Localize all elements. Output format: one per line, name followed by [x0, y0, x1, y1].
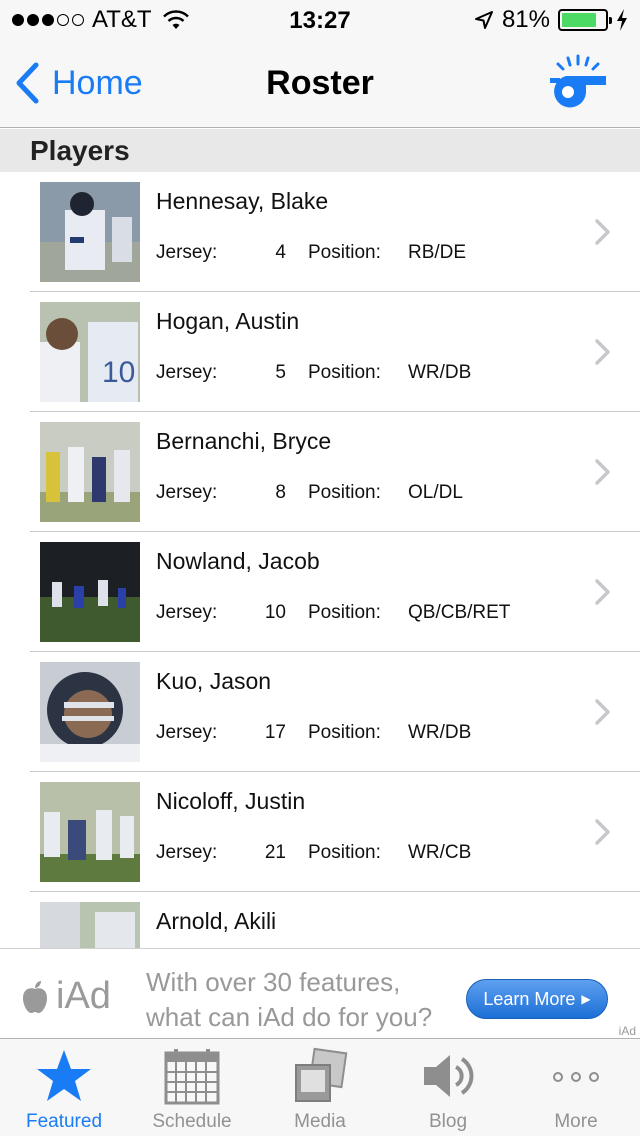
chevron-right-icon — [595, 339, 610, 365]
list-item[interactable]: 10 Hogan, Austin Jersey: 5 Position: WR/… — [0, 292, 640, 412]
jersey-label: Jersey: — [156, 362, 218, 383]
chevron-right-icon — [595, 219, 610, 245]
player-name: Bernanchi, Bryce — [156, 428, 332, 454]
player-name: Nowland, Jacob — [156, 548, 320, 574]
play-arrow-icon: ▶ — [581, 992, 591, 1006]
location-arrow-icon — [474, 11, 493, 29]
player-photo — [40, 542, 140, 642]
jersey-label: Jersey: — [156, 482, 218, 503]
tab-label: Schedule — [152, 1111, 232, 1132]
player-photo — [40, 782, 140, 882]
star-icon — [37, 1050, 91, 1101]
list-item[interactable]: Hennesay, Blake Jersey: 4 Position: RB/D… — [0, 172, 640, 292]
list-item[interactable]: Nicoloff, Justin Jersey: 21 Position: WR… — [0, 772, 640, 892]
jersey-number: 5 — [275, 362, 286, 383]
svg-text:10: 10 — [102, 356, 135, 389]
section-title: Players — [30, 135, 130, 166]
position-value: WR/DB — [408, 722, 472, 743]
tab-label: More — [554, 1111, 598, 1132]
apple-logo-icon — [23, 980, 47, 1013]
player-photo — [40, 902, 140, 948]
chevron-right-icon — [595, 699, 610, 725]
list-item[interactable]: Bernanchi, Bryce Jersey: 8 Position: OL/… — [0, 412, 640, 532]
tab-label: Blog — [428, 1111, 468, 1132]
list-item[interactable]: Nowland, Jacob Jersey: 10 Position: QB/C… — [0, 532, 640, 652]
more-icon — [553, 1072, 599, 1082]
player-name: Kuo, Jason — [156, 668, 272, 694]
speaker-icon — [424, 1055, 474, 1097]
calendar-icon — [164, 1049, 220, 1105]
tab-schedule[interactable]: Schedule — [128, 1039, 256, 1136]
jersey-number: 10 — [264, 602, 286, 623]
back-button-label: Home — [52, 63, 143, 102]
learn-more-label: Learn More — [483, 988, 576, 1009]
jersey-label: Jersey: — [156, 602, 218, 623]
battery-percentage: 81% — [501, 6, 550, 33]
player-list: Hennesay, Blake Jersey: 4 Position: RB/D… — [0, 172, 640, 948]
position-label: Position: — [308, 722, 381, 743]
position-label: Position: — [308, 842, 381, 863]
jersey-number: 17 — [264, 722, 286, 743]
position-label: Position: — [308, 482, 381, 503]
learn-more-button[interactable]: Learn More ▶ — [466, 979, 608, 1019]
status-bar: AT&T 13:27 81% — [0, 0, 640, 40]
player-photo — [40, 422, 140, 522]
ad-text: With over 30 features, what can iAd do f… — [146, 967, 433, 1032]
tab-blog[interactable]: Blog — [384, 1039, 512, 1136]
navigation-bar: Home Roster — [0, 40, 640, 128]
position-label: Position: — [308, 362, 381, 383]
iad-logo: iAd — [20, 975, 111, 1018]
player-name: Hogan, Austin — [156, 308, 300, 334]
chevron-left-icon — [16, 62, 39, 104]
chevron-right-icon — [595, 819, 610, 845]
tab-more[interactable]: More — [512, 1039, 640, 1136]
ad-banner[interactable]: iAd With over 30 features, what can iAd … — [0, 948, 640, 1038]
player-photo: 10 — [40, 302, 140, 402]
section-header: Players — [0, 129, 640, 172]
position-value: WR/DB — [408, 362, 472, 383]
whistle-icon[interactable] — [546, 54, 610, 110]
media-icon — [295, 1047, 348, 1102]
battery-icon — [558, 9, 612, 31]
back-button[interactable]: Home — [14, 62, 143, 104]
tab-label: Featured — [25, 1111, 103, 1132]
position-label: Position: — [308, 242, 381, 263]
player-photo — [40, 182, 140, 282]
chevron-right-icon — [595, 579, 610, 605]
position-value: OL/DL — [408, 482, 463, 503]
ad-tag: iAd — [618, 1024, 636, 1038]
jersey-label: Jersey: — [156, 842, 218, 863]
player-photo — [40, 662, 140, 762]
jersey-label: Jersey: — [156, 242, 218, 263]
chevron-right-icon — [595, 459, 610, 485]
tab-featured[interactable]: Featured — [0, 1039, 128, 1136]
ad-brand: iAd — [56, 975, 111, 1017]
charging-bolt-icon — [617, 9, 627, 31]
position-label: Position: — [308, 602, 381, 623]
jersey-number: 21 — [264, 842, 286, 863]
list-item[interactable]: Kuo, Jason Jersey: 17 Position: WR/DB — [0, 652, 640, 772]
jersey-number: 8 — [275, 482, 286, 503]
player-name: Nicoloff, Justin — [156, 788, 306, 814]
position-value: QB/CB/RET — [408, 602, 511, 623]
list-item[interactable]: Arnold, Akili — [0, 892, 640, 948]
position-value: WR/CB — [408, 842, 472, 863]
player-name: Arnold, Akili — [156, 908, 277, 934]
player-name: Hennesay, Blake — [156, 188, 329, 214]
tab-bar: Featured Schedule Media Blog More — [0, 1038, 640, 1136]
position-value: RB/DE — [408, 242, 467, 263]
jersey-label: Jersey: — [156, 722, 218, 743]
tab-media[interactable]: Media — [256, 1039, 384, 1136]
jersey-number: 4 — [275, 242, 286, 263]
tab-label: Media — [294, 1111, 346, 1132]
